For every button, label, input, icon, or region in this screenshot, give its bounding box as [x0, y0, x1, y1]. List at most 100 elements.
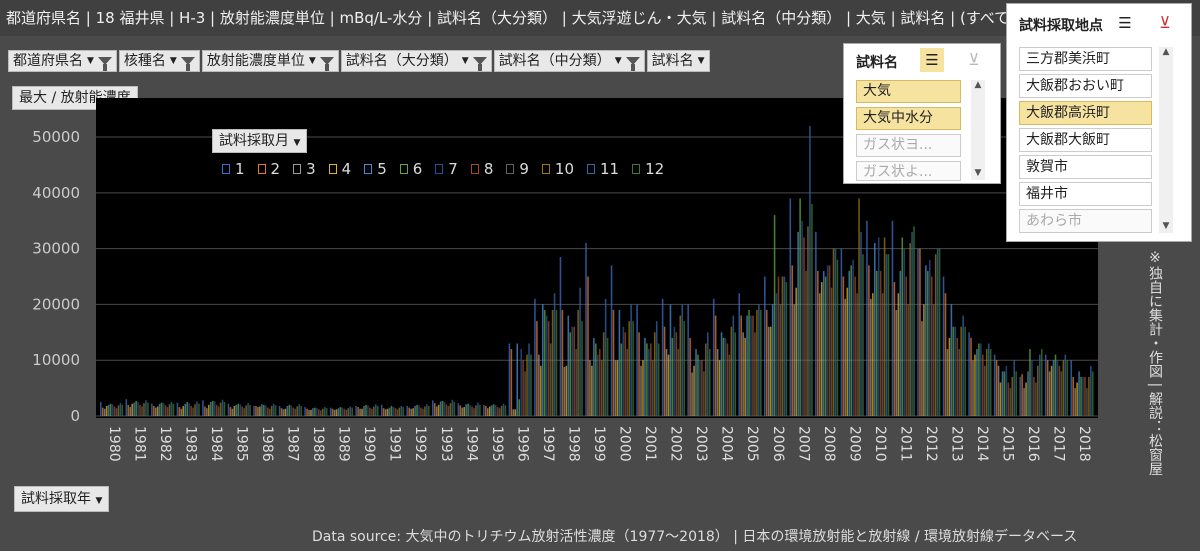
bar[interactable] — [595, 343, 597, 416]
bar[interactable] — [308, 409, 310, 416]
bar[interactable] — [351, 407, 353, 416]
bar[interactable] — [1062, 360, 1065, 416]
bar[interactable] — [771, 304, 774, 416]
bar[interactable] — [494, 404, 497, 416]
bar[interactable] — [461, 407, 464, 416]
bar[interactable] — [463, 407, 465, 416]
bar[interactable] — [349, 406, 352, 416]
bar[interactable] — [1070, 360, 1073, 416]
bar[interactable] — [591, 365, 593, 416]
bar[interactable] — [1056, 360, 1059, 416]
bar[interactable] — [1064, 354, 1067, 416]
bar[interactable] — [655, 321, 658, 416]
bar[interactable] — [593, 337, 595, 416]
bar[interactable] — [801, 220, 803, 416]
bar[interactable] — [343, 408, 346, 416]
bar[interactable] — [661, 298, 664, 416]
bar[interactable] — [638, 332, 640, 416]
bar[interactable] — [223, 402, 226, 416]
bar[interactable] — [534, 298, 536, 416]
bar[interactable] — [765, 310, 768, 416]
bar[interactable] — [881, 293, 884, 416]
bar[interactable] — [204, 406, 206, 416]
bar[interactable] — [938, 248, 941, 416]
bar[interactable] — [1052, 360, 1055, 416]
bar[interactable] — [885, 254, 888, 416]
bar[interactable] — [628, 321, 630, 416]
bar[interactable] — [249, 404, 251, 416]
bar[interactable] — [320, 410, 322, 416]
clear-filter-icon[interactable]: ⊻ — [1153, 11, 1177, 35]
bar[interactable] — [270, 405, 273, 416]
bar[interactable] — [846, 287, 849, 416]
bar[interactable] — [585, 243, 587, 416]
bar[interactable] — [563, 366, 566, 416]
bar[interactable] — [488, 406, 491, 416]
bar[interactable] — [323, 407, 326, 416]
bar[interactable] — [598, 349, 601, 416]
bar[interactable] — [1054, 354, 1057, 416]
bar[interactable] — [341, 407, 344, 416]
legend-field-button[interactable]: 試料採取月 ▼ — [212, 129, 308, 153]
bar[interactable] — [993, 354, 996, 416]
bar[interactable] — [1011, 376, 1014, 416]
bar[interactable] — [826, 265, 829, 416]
slicer-scrollbar[interactable]: ▲ ▼ — [1159, 47, 1173, 233]
bar[interactable] — [587, 276, 589, 416]
multi-select-icon[interactable]: ☰ — [920, 48, 944, 72]
scroll-up-icon[interactable]: ▲ — [971, 80, 985, 90]
bar[interactable] — [653, 332, 656, 416]
bar[interactable] — [555, 310, 558, 416]
bar[interactable] — [398, 407, 401, 416]
bar[interactable] — [227, 403, 230, 416]
bar[interactable] — [850, 265, 852, 416]
bar[interactable] — [978, 343, 980, 416]
bar[interactable] — [764, 276, 766, 416]
bar[interactable] — [551, 310, 554, 416]
bar[interactable] — [581, 321, 583, 416]
bar[interactable] — [490, 405, 493, 416]
bar[interactable] — [345, 409, 348, 416]
bar[interactable] — [147, 402, 149, 416]
bar[interactable] — [913, 226, 915, 416]
bar[interactable] — [999, 382, 1002, 416]
bar[interactable] — [919, 248, 921, 416]
bar[interactable] — [538, 354, 540, 416]
bar[interactable] — [1082, 376, 1084, 416]
bar[interactable] — [987, 343, 990, 416]
slicer-item[interactable]: 三方郡美浜町 — [1019, 47, 1152, 71]
bar[interactable] — [196, 401, 198, 416]
bar[interactable] — [742, 332, 744, 416]
bar[interactable] — [514, 409, 517, 416]
bar[interactable] — [874, 243, 876, 416]
bar[interactable] — [1072, 376, 1074, 416]
bar[interactable] — [432, 400, 434, 416]
bar[interactable] — [887, 254, 890, 416]
bar[interactable] — [561, 310, 564, 416]
bar[interactable] — [129, 407, 132, 416]
bar[interactable] — [125, 399, 128, 416]
bar[interactable] — [974, 354, 976, 416]
bar[interactable] — [754, 332, 756, 416]
bar[interactable] — [1013, 360, 1016, 416]
bar[interactable] — [420, 407, 422, 416]
bar[interactable] — [182, 405, 185, 416]
bar[interactable] — [198, 403, 200, 416]
bar[interactable] — [699, 360, 701, 416]
bar[interactable] — [746, 315, 748, 416]
bar[interactable] — [139, 404, 141, 416]
bar[interactable] — [958, 349, 961, 416]
bar[interactable] — [117, 405, 120, 416]
bar[interactable] — [714, 315, 717, 416]
bar[interactable] — [282, 409, 285, 416]
bar[interactable] — [970, 337, 972, 416]
bar[interactable] — [689, 337, 691, 416]
bar[interactable] — [712, 298, 715, 416]
bar[interactable] — [1076, 382, 1078, 416]
bar[interactable] — [893, 282, 896, 416]
bar[interactable] — [756, 310, 758, 416]
axis-field-button[interactable]: 試料採取年 ▼ — [14, 486, 110, 512]
bar[interactable] — [559, 257, 562, 416]
bar[interactable] — [722, 337, 725, 416]
bar[interactable] — [312, 408, 314, 416]
